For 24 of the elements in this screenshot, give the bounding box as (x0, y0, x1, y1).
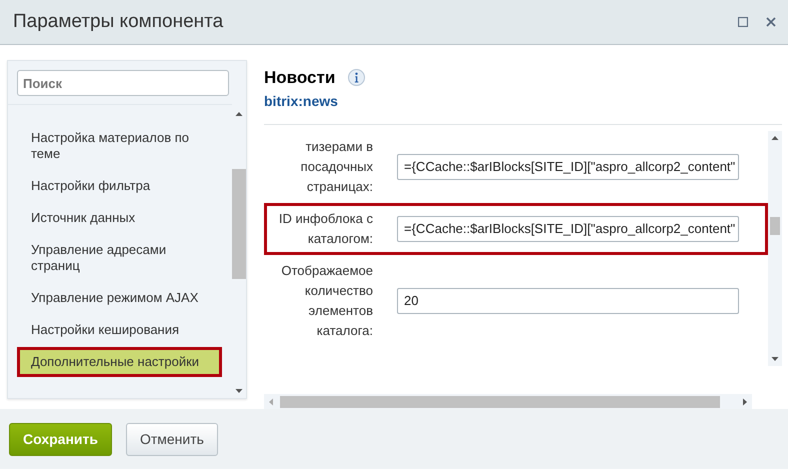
field-label: ID инфоблока с каталогом: (278, 210, 373, 248)
sidebar-item[interactable]: Настройки кеширования (8, 315, 218, 345)
input-field[interactable]: 20 (397, 288, 739, 314)
search-field[interactable]: Поиск (17, 70, 229, 96)
sidebar-item[interactable]: Дополнительные настройки (17, 347, 222, 377)
window-title: Параметры компонента (13, 10, 224, 34)
sidebar-item[interactable]: Источник данных (8, 203, 218, 233)
sidebar-item[interactable]: Управление режимом AJAX (8, 283, 218, 313)
sidebar-item[interactable]: Настройки фильтра (8, 171, 218, 201)
field-label: тизерами в посадочных страницах: (300, 138, 373, 196)
cancel-button[interactable]: Отменить (126, 422, 218, 456)
sidebar-item[interactable]: Управление адресами страниц (8, 235, 218, 281)
scrollbar-thumb[interactable] (280, 396, 720, 408)
info-icon[interactable] (348, 69, 366, 86)
maximize-icon[interactable] (738, 17, 748, 27)
component-code: bitrix:news (264, 92, 339, 110)
sidebar-item[interactable]: Настройка материалов по теме (8, 123, 218, 169)
component-title: Новости (264, 67, 336, 89)
input-field[interactable]: ={CCache::$arIBlocks[SITE_ID]["aspro_allcorp2_content" (397, 216, 739, 242)
input-field[interactable]: ={CCache::$arIBlocks[SITE_ID]["aspro_allcorp2_content" (397, 154, 739, 180)
scrollbar-thumb[interactable] (232, 169, 246, 280)
scrollbar-thumb[interactable] (770, 217, 780, 235)
close-icon[interactable] (766, 17, 776, 27)
field-label: Отображаемое количество элементов каталога: (280, 262, 373, 340)
